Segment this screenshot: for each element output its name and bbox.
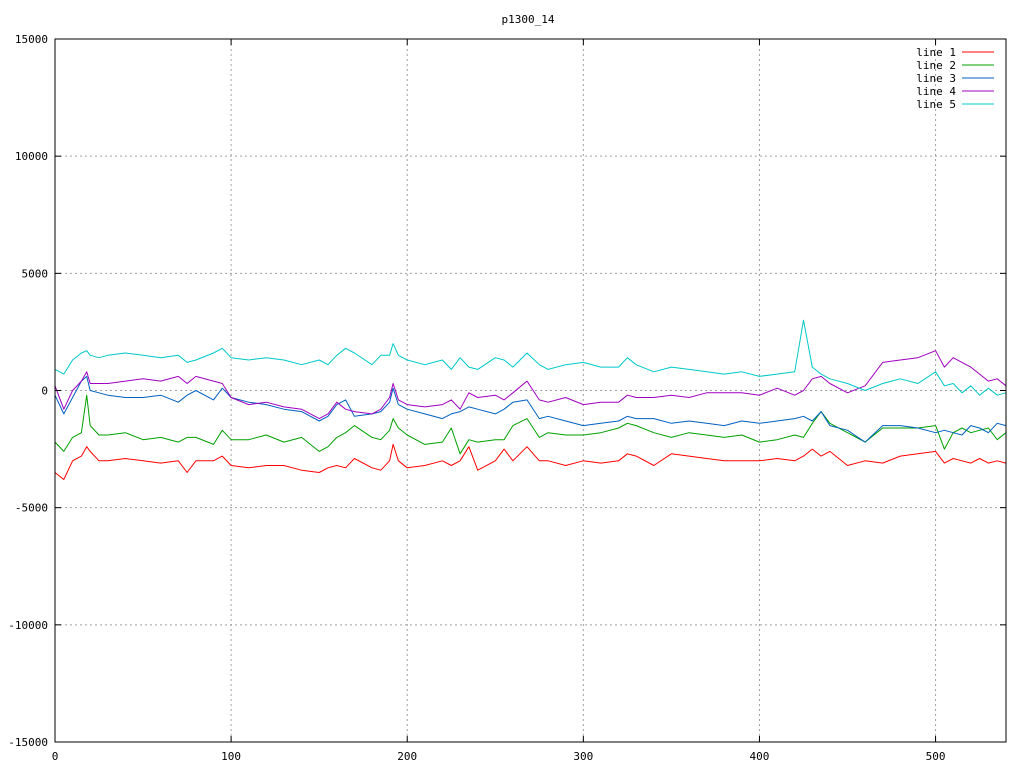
y-tick-label: 15000 [15, 33, 48, 46]
x-tick-label: 100 [221, 750, 241, 763]
y-tick-label: -10000 [8, 619, 48, 632]
series-line-1 [54, 443, 1007, 480]
x-tick-label: 200 [397, 750, 417, 763]
legend-label-2: line 2 [916, 59, 956, 72]
y-tick-label: 10000 [15, 150, 48, 163]
legend: line 1line 2line 3line 4line 5 [916, 46, 994, 111]
legend-label-4: line 4 [916, 85, 956, 98]
chart-title: p1300_14 [502, 13, 555, 26]
series-line-2 [54, 394, 1007, 455]
y-tick-label: -5000 [15, 502, 48, 515]
y-tick-label: 0 [41, 385, 48, 398]
series-layer [54, 319, 1007, 480]
x-tick-label: 300 [573, 750, 593, 763]
line-chart: p1300_14 0 100 200 300 400 500 -15000 -10000 -50… [8, 13, 1007, 763]
legend-label-5: line 5 [916, 98, 956, 111]
legend-label-3: line 3 [916, 72, 956, 85]
series-line-4 [54, 350, 1007, 420]
series-line-5 [54, 319, 1007, 396]
x-tick-label: 0 [52, 750, 59, 763]
legend-label-1: line 1 [916, 46, 956, 59]
x-tick-label: 500 [926, 750, 946, 763]
y-tick-label: 5000 [22, 267, 49, 280]
x-tick-label: 400 [750, 750, 770, 763]
y-tick-label: -15000 [8, 736, 48, 749]
gridlines [55, 39, 1006, 742]
